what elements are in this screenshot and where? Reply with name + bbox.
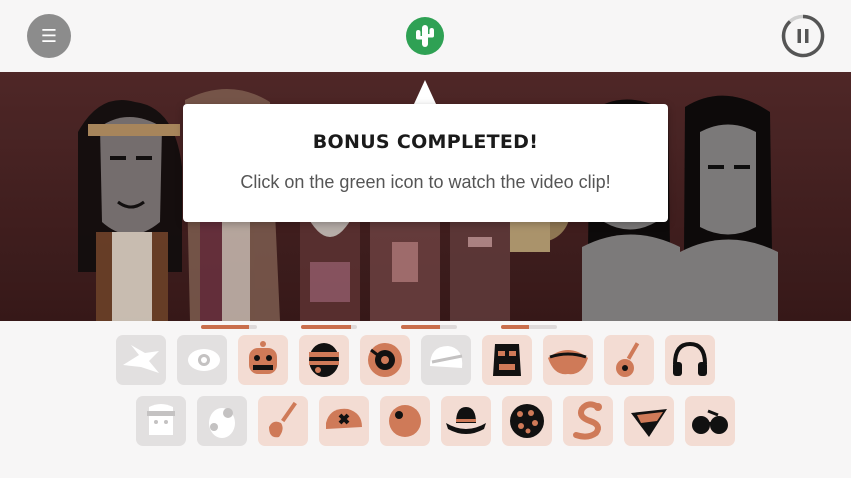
cowboy-hat-icon (446, 407, 486, 434)
sound-slot-headphones[interactable] (665, 335, 715, 385)
popup-title: BONUS COMPLETED! (312, 131, 539, 153)
bonus-popup: BONUS COMPLETED! Click on the green icon… (183, 104, 668, 222)
progress-bar (501, 325, 557, 329)
sound-slot-orb[interactable] (380, 396, 430, 446)
progress-fill (401, 325, 441, 329)
sound-slot-helmet[interactable] (421, 335, 471, 385)
popup-message: Click on the green icon to watch the vid… (240, 172, 611, 192)
progress-fill (501, 325, 529, 329)
progress-bar (301, 325, 357, 329)
sound-slot-sunglasses[interactable] (685, 396, 735, 446)
masked-head-icon (309, 343, 339, 377)
cookie-icon (510, 404, 544, 438)
sound-slot-wing[interactable] (116, 335, 166, 385)
sound-slot-lips[interactable] (543, 335, 593, 385)
progress-fill (301, 325, 352, 329)
sound-slot-eye[interactable] (177, 335, 227, 385)
bandana-face-icon (147, 404, 175, 435)
helmet-icon (430, 346, 463, 368)
robot-head-icon (249, 341, 277, 374)
snake-icon (573, 401, 602, 440)
sound-slot-egg[interactable] (197, 396, 247, 446)
bandana-icon (631, 409, 667, 437)
sound-slot-cowboy-hat[interactable] (441, 396, 491, 446)
sound-slot-guitar[interactable] (604, 335, 654, 385)
sound-slot-tiki[interactable] (482, 335, 532, 385)
pause-icon (781, 14, 825, 58)
sound-slot-bandana[interactable] (624, 396, 674, 446)
tiki-mask-icon (493, 344, 521, 376)
electric-guitar-icon (269, 401, 297, 438)
progress-fill (201, 325, 249, 329)
cactus-icon (416, 25, 434, 47)
vinyl-record-icon (368, 343, 402, 377)
egg-icon (209, 408, 235, 438)
popup-pointer (414, 80, 436, 104)
eye-icon (188, 349, 220, 371)
sunglasses-icon (692, 409, 728, 434)
guitar-icon (616, 342, 640, 377)
progress-bar (201, 325, 257, 329)
top-bar: ☰ (0, 0, 851, 72)
sound-slot-cookie[interactable] (502, 396, 552, 446)
bonus-video-button[interactable] (406, 17, 444, 55)
pause-button[interactable] (781, 14, 825, 58)
sound-slot-vinyl[interactable] (360, 335, 410, 385)
sound-slot-snake[interactable] (563, 396, 613, 446)
wing-icon (123, 345, 159, 373)
sound-slot-electric-guitar[interactable] (258, 396, 308, 446)
sound-slot-robot-head[interactable] (238, 335, 288, 385)
hamburger-icon: ☰ (40, 25, 58, 47)
cap-icon (326, 408, 362, 429)
headphones-icon (673, 341, 707, 376)
progress-bar (401, 325, 457, 329)
lips-icon (548, 350, 588, 375)
sound-slot-masked-head[interactable] (299, 335, 349, 385)
menu-button[interactable]: ☰ (27, 14, 71, 58)
orb-icon (389, 405, 421, 437)
sound-slot-cap[interactable] (319, 396, 369, 446)
sound-slot-bandana-face[interactable] (136, 396, 186, 446)
